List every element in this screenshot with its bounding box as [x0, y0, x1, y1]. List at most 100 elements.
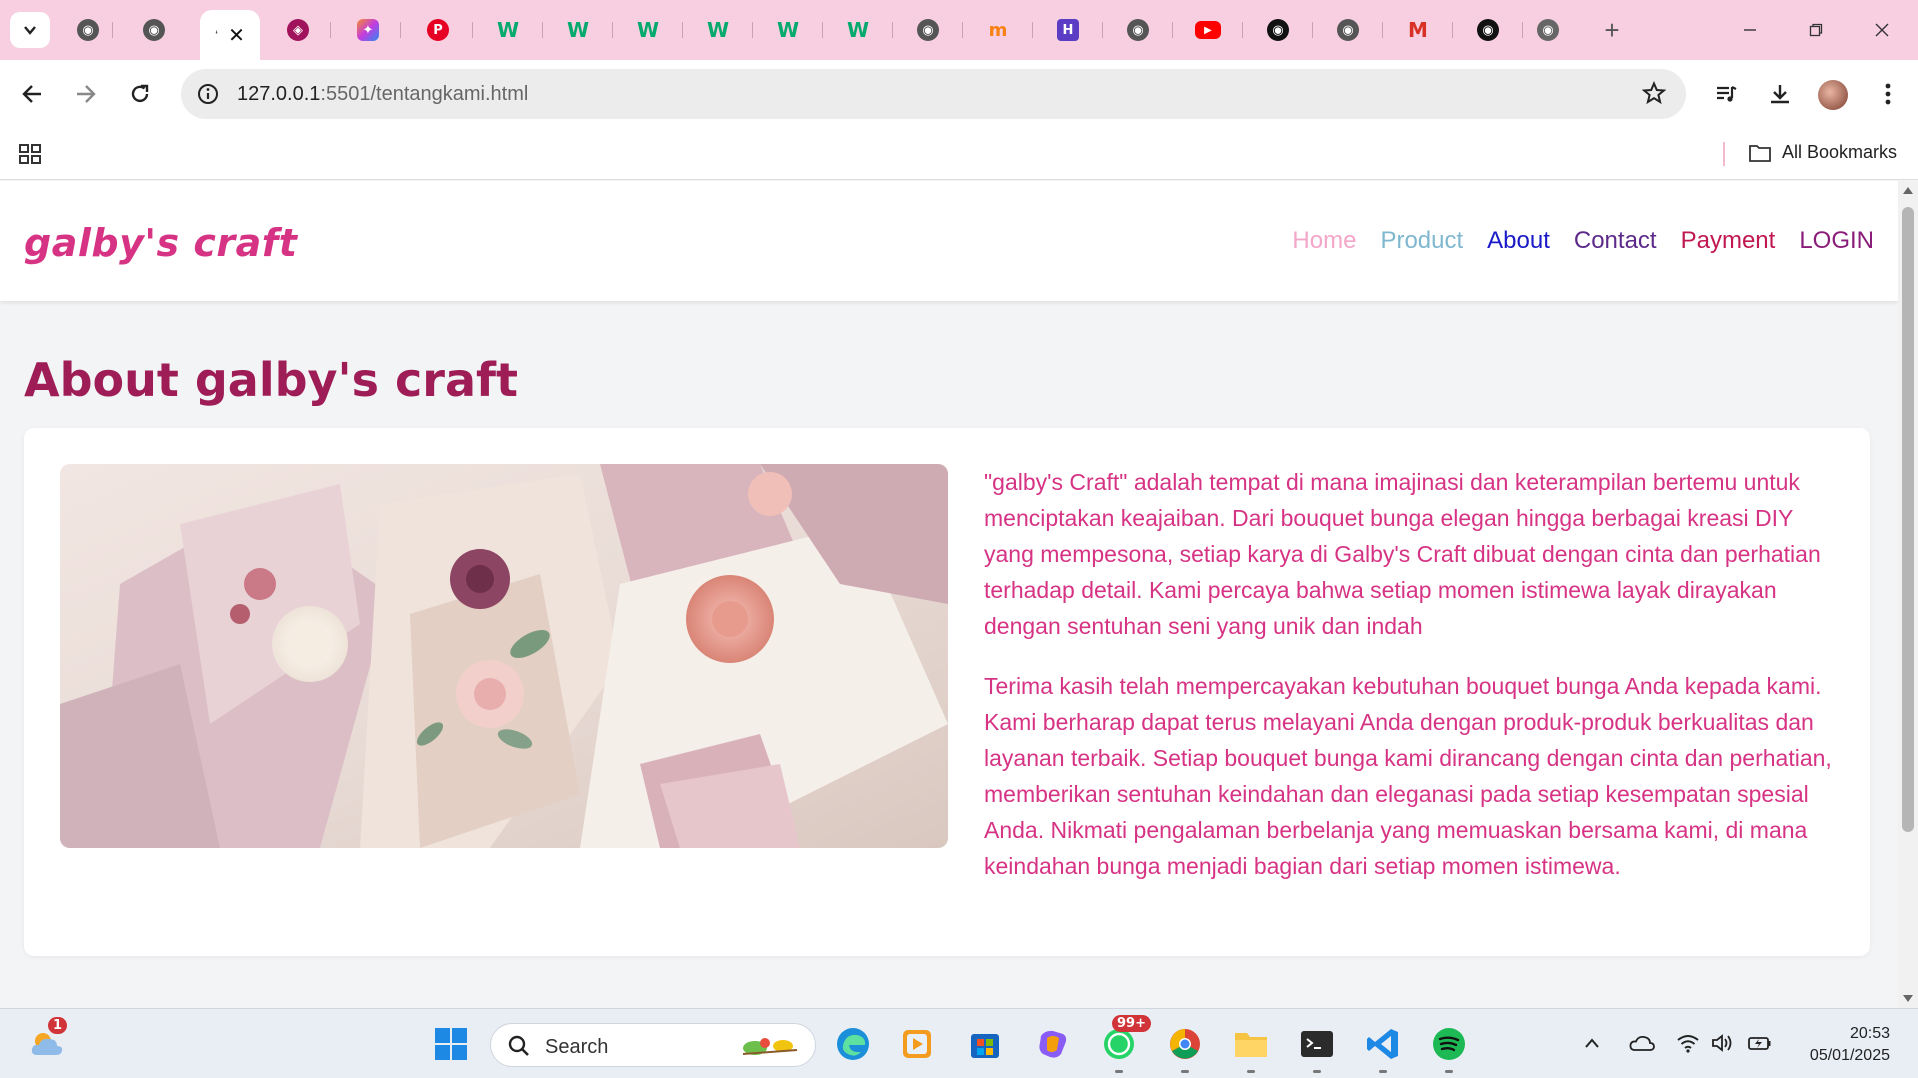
battery-charging-icon	[1748, 1037, 1771, 1050]
bookmark-star-icon[interactable]	[1641, 80, 1667, 110]
volume-tray[interactable]	[1708, 1029, 1736, 1057]
restore-button[interactable]	[1786, 10, 1846, 50]
page-viewport: galby's craft Home Product About Contact Pay…	[0, 181, 1898, 1008]
browser-tab[interactable]: W	[626, 10, 670, 50]
scroll-down-arrow-icon[interactable]	[1903, 995, 1913, 1002]
nav-link-about[interactable]: About	[1487, 227, 1550, 255]
chevron-up-icon	[1585, 1038, 1599, 1048]
apps-grid-icon[interactable]	[18, 142, 42, 171]
site-logo[interactable]: galby's craft	[24, 221, 297, 265]
taskbar-search[interactable]: Search	[490, 1023, 816, 1067]
taskbar-store[interactable]	[964, 1023, 1006, 1065]
whatsapp-badge: 99+	[1112, 1015, 1151, 1032]
w3schools-icon: W	[636, 18, 660, 42]
site-info-icon[interactable]	[193, 79, 223, 109]
taskbar-file-explorer[interactable]	[1230, 1023, 1272, 1073]
close-tab-icon[interactable]: ✕	[228, 23, 245, 48]
nav-link-payment[interactable]: Payment	[1681, 227, 1776, 255]
browser-tab[interactable]: ◉	[132, 10, 176, 50]
tab-search-button[interactable]	[10, 12, 50, 48]
browser-tab[interactable]: ✦	[346, 10, 390, 50]
taskbar-spotify[interactable]	[1428, 1023, 1470, 1073]
tab-strip: ◉ ◉ ‘ ✕ ◈ ✦ P W W W W W W ◉ m H ◉ ▶ ◉ ◉ …	[0, 0, 1918, 60]
downloads-button[interactable]	[1760, 74, 1800, 114]
new-tab-button[interactable]: +	[1596, 14, 1628, 46]
browser-tab[interactable]: ◉	[1256, 10, 1300, 50]
chrome-icon	[1170, 1029, 1200, 1059]
windows-taskbar: 1 Search 99+ 20:53 05/01/2025	[0, 1008, 1918, 1078]
nav-link-home[interactable]: Home	[1292, 227, 1356, 255]
spotify-icon	[1433, 1028, 1465, 1060]
loading-icon: ‘	[215, 27, 219, 43]
browser-tab[interactable]: M	[1396, 10, 1440, 50]
weather-widget[interactable]: 1	[26, 1017, 68, 1065]
taskbar-vscode[interactable]	[1362, 1023, 1404, 1073]
onedrive-tray[interactable]	[1628, 1029, 1656, 1057]
media-control-button[interactable]	[1706, 74, 1746, 114]
browser-tab[interactable]: m	[976, 10, 1020, 50]
page-scrollbar[interactable]	[1898, 181, 1918, 1008]
reload-button[interactable]	[120, 74, 160, 114]
github-icon: ◉	[1267, 19, 1289, 41]
browser-tab[interactable]: P	[416, 10, 460, 50]
url-path: :5501/tentangkami.html	[320, 83, 529, 105]
browser-tab[interactable]: ◉	[1526, 10, 1570, 50]
back-button[interactable]	[12, 74, 52, 114]
browser-tab[interactable]: ◉	[1326, 10, 1370, 50]
vscode-icon	[1367, 1029, 1398, 1059]
show-hidden-icons-button[interactable]	[1578, 1029, 1606, 1057]
globe-icon: ◉	[917, 19, 939, 41]
about-text: "galby's Craft" adalah tempat di mana im…	[984, 464, 1836, 908]
edge-icon	[837, 1028, 869, 1060]
close-icon	[1875, 23, 1889, 37]
taskbar-media-player[interactable]	[896, 1023, 938, 1065]
browser-tab[interactable]: ◈	[276, 10, 320, 50]
clock-time: 20:53	[1849, 1025, 1890, 1042]
wifi-tray[interactable]	[1674, 1029, 1702, 1057]
bookmarks-divider	[1723, 142, 1725, 166]
browser-tab[interactable]: ◉	[66, 10, 110, 50]
taskbar-copilot[interactable]	[1032, 1023, 1074, 1065]
browser-tab[interactable]: ◉	[1116, 10, 1160, 50]
scroll-up-arrow-icon[interactable]	[1903, 187, 1913, 194]
browser-tab[interactable]: ▶	[1186, 10, 1230, 50]
taskbar-chrome[interactable]	[1164, 1023, 1206, 1073]
globe-icon: ◉	[143, 19, 165, 41]
taskbar-terminal[interactable]	[1296, 1023, 1338, 1073]
browser-tab[interactable]: W	[556, 10, 600, 50]
forward-button[interactable]	[66, 74, 106, 114]
bird-doodle-icon	[742, 1038, 798, 1055]
taskbar-whatsapp[interactable]: 99+	[1098, 1015, 1151, 1073]
copilot-icon	[1039, 1030, 1067, 1058]
nav-link-login[interactable]: LOGIN	[1799, 227, 1874, 255]
browser-menu-button[interactable]	[1868, 74, 1908, 114]
nav-link-contact[interactable]: Contact	[1574, 227, 1657, 255]
browser-toolbar: 127.0.0.1:5501/tentangkami.html	[0, 60, 1918, 128]
all-bookmarks-button[interactable]: All Bookmarks	[1748, 142, 1897, 163]
minimize-button[interactable]	[1720, 10, 1780, 50]
bouquet-photo	[60, 464, 948, 848]
wifi-icon	[1677, 1035, 1699, 1053]
browser-tab[interactable]: H	[1046, 10, 1090, 50]
browser-tab-active[interactable]: ‘ ✕	[200, 10, 260, 60]
minimize-icon	[1744, 29, 1756, 31]
system-clock[interactable]: 20:53 05/01/2025	[1790, 1023, 1890, 1067]
store-icon	[971, 1034, 999, 1058]
start-button[interactable]	[430, 1023, 472, 1065]
browser-tab[interactable]: W	[766, 10, 810, 50]
browser-tab[interactable]: ◉	[906, 10, 950, 50]
battery-tray[interactable]	[1746, 1029, 1774, 1057]
profile-avatar[interactable]	[1818, 80, 1848, 110]
copilot-icon: ✦	[357, 19, 379, 41]
browser-tab[interactable]: W	[486, 10, 530, 50]
url-text[interactable]: 127.0.0.1:5501/tentangkami.html	[237, 83, 528, 106]
taskbar-edge[interactable]	[832, 1023, 874, 1065]
globe-icon: ◉	[1337, 19, 1359, 41]
address-bar[interactable]: 127.0.0.1:5501/tentangkami.html	[181, 69, 1686, 119]
browser-tab[interactable]: W	[836, 10, 880, 50]
scrollbar-thumb[interactable]	[1902, 207, 1914, 832]
browser-tab[interactable]: ◉	[1466, 10, 1510, 50]
browser-tab[interactable]: W	[696, 10, 740, 50]
close-window-button[interactable]	[1852, 10, 1912, 50]
nav-link-product[interactable]: Product	[1380, 227, 1463, 255]
